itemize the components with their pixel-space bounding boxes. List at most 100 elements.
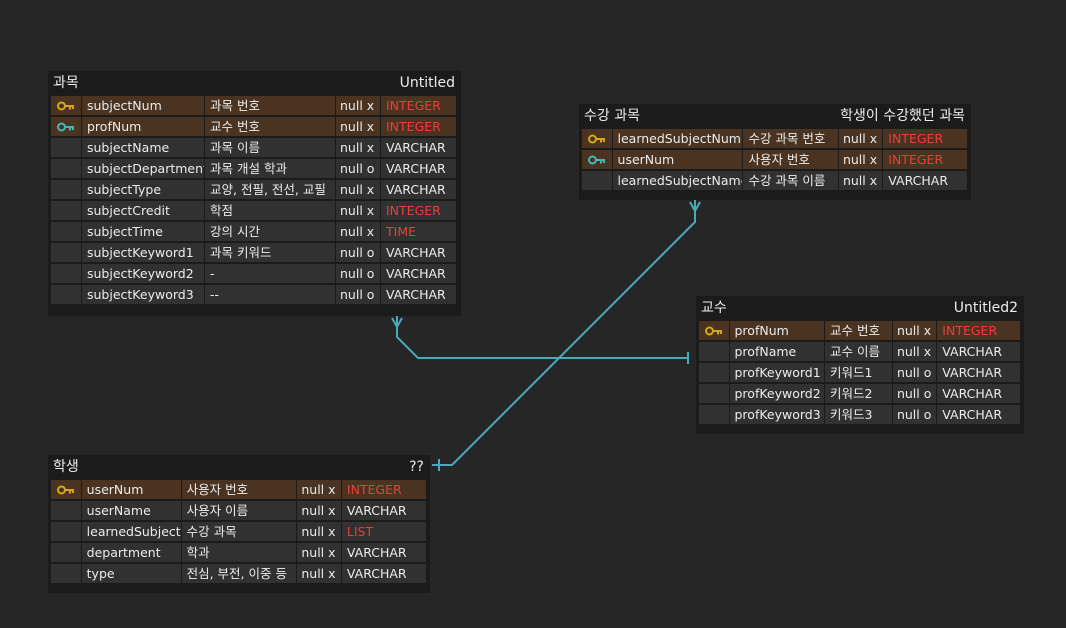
column-type: VARCHAR xyxy=(341,501,426,520)
column-nullable: null o xyxy=(892,384,937,403)
relation-line-learned-student xyxy=(432,200,696,466)
column-nullable: null x xyxy=(838,171,883,190)
table-row[interactable]: profNum 교수 번호 null x INTEGER xyxy=(699,320,1021,341)
key-cell xyxy=(51,543,81,562)
column-type: VARCHAR xyxy=(883,171,967,190)
table-row[interactable]: department 학과 null x VARCHAR xyxy=(51,542,427,563)
column-description: 교수 번호 xyxy=(825,321,892,340)
table-row[interactable]: learnedSubjectNum 수강 과목 번호 null x INTEGER xyxy=(582,128,968,149)
column-type: VARCHAR xyxy=(937,342,1020,361)
table-row[interactable]: type 전심, 부전, 이중 등 null x VARCHAR xyxy=(51,563,427,584)
column-nullable: null x xyxy=(297,501,341,520)
table-row[interactable]: userNum 사용자 번호 null x INTEGER xyxy=(51,479,427,500)
column-name: profNum xyxy=(729,321,824,340)
key-cell xyxy=(51,264,81,283)
foreign-key-icon xyxy=(587,152,606,167)
key-cell xyxy=(51,138,81,157)
column-name: learnedSubjectName xyxy=(612,171,743,190)
column-name: profKeyword1 xyxy=(729,363,824,382)
column-description: 강의 시간 xyxy=(205,222,335,241)
column-description: 과목 키워드 xyxy=(205,243,335,262)
key-cell xyxy=(699,342,729,361)
table-student[interactable]: 학생 ?? userNum 사용자 번호 null x INTEGER userName… xyxy=(48,455,430,593)
column-type: INTEGER xyxy=(883,150,967,169)
column-name: subjectCredit xyxy=(82,201,204,220)
table-row[interactable]: profKeyword3 키워드3 null o VARCHAR xyxy=(699,404,1021,425)
key-cell xyxy=(51,201,81,220)
column-nullable: null x xyxy=(892,342,937,361)
many-marker xyxy=(689,201,701,214)
table-row[interactable]: subjectDepartment 과목 개설 학과 null o VARCHAR xyxy=(51,158,458,179)
table-row[interactable]: learnedSubjectName 수강 과목 이름 null x VARCHAR xyxy=(582,170,968,191)
column-name: profKeyword2 xyxy=(729,384,824,403)
column-type: LIST xyxy=(341,522,426,541)
table-row[interactable]: userName 사용자 이름 null x VARCHAR xyxy=(51,500,427,521)
column-name: profNum xyxy=(82,117,204,136)
table-header[interactable]: 학생 ?? xyxy=(51,455,427,479)
key-cell xyxy=(699,321,729,340)
column-name: subjectKeyword1 xyxy=(82,243,204,262)
key-cell xyxy=(51,180,81,199)
table-header[interactable]: 교수 Untitled2 xyxy=(699,296,1021,320)
table-row[interactable]: subjectType 교양, 전필, 전선, 교필 null x VARCHAR xyxy=(51,179,458,200)
table-row[interactable]: subjectKeyword1 과목 키워드 null o VARCHAR xyxy=(51,242,458,263)
key-cell xyxy=(51,117,81,136)
key-cell xyxy=(51,243,81,262)
table-row[interactable]: subjectNum 과목 번호 null x INTEGER xyxy=(51,95,458,116)
table-row[interactable]: userNum 사용자 번호 null x INTEGER xyxy=(582,149,968,170)
column-type: INTEGER xyxy=(381,96,456,115)
column-nullable: null x xyxy=(838,129,883,148)
column-description: 학과 xyxy=(181,543,297,562)
column-nullable: null x xyxy=(336,222,380,241)
key-cell xyxy=(51,222,81,241)
column-type: INTEGER xyxy=(937,321,1020,340)
column-name: subjectKeyword3 xyxy=(82,285,204,304)
table-learned-subject[interactable]: 수강 과목 학생이 수강했던 과목 learnedSubjectNum 수강 과목… xyxy=(579,104,971,200)
column-nullable: null x xyxy=(336,96,380,115)
table-row[interactable]: subjectKeyword3 -- null o VARCHAR xyxy=(51,284,458,305)
erd-canvas[interactable]: 과목 Untitled subjectNum 과목 번호 null x INTEGER… xyxy=(0,0,1066,628)
table-row[interactable]: learnedSubject 수강 과목 null x LIST xyxy=(51,521,427,542)
column-type: VARCHAR xyxy=(381,264,456,283)
table-row[interactable]: profNum 교수 번호 null x INTEGER xyxy=(51,116,458,137)
column-name: subjectDepartment xyxy=(82,159,204,178)
table-subject[interactable]: 과목 Untitled subjectNum 과목 번호 null x INTEGER… xyxy=(48,71,461,316)
column-name: subjectName xyxy=(82,138,204,157)
table-row[interactable]: profKeyword2 키워드2 null o VARCHAR xyxy=(699,383,1021,404)
column-description: 사용자 이름 xyxy=(181,501,297,520)
table-title: 교수 xyxy=(701,300,727,316)
column-name: userNum xyxy=(81,480,181,499)
column-name: learnedSubject xyxy=(81,522,181,541)
column-nullable: null x xyxy=(336,117,380,136)
table-professor[interactable]: 교수 Untitled2 profNum 교수 번호 null x INTEGER pr… xyxy=(696,296,1024,434)
table-title: 과목 xyxy=(53,75,79,91)
table-row[interactable]: subjectKeyword2- null o VARCHAR xyxy=(51,263,458,284)
column-nullable: null o xyxy=(336,285,380,304)
column-type: INTEGER xyxy=(381,117,456,136)
table-rows: subjectNum 과목 번호 null x INTEGER profNum 교수 번호… xyxy=(51,95,458,305)
column-nullable: null x xyxy=(892,321,937,340)
column-nullable: null x xyxy=(336,138,380,157)
table-row[interactable]: profKeyword1 키워드1 null o VARCHAR xyxy=(699,362,1021,383)
column-type: VARCHAR xyxy=(381,159,456,178)
table-row[interactable]: subjectName 과목 이름 null x VARCHAR xyxy=(51,137,458,158)
column-type: INTEGER xyxy=(381,201,456,220)
table-row[interactable]: subjectCredit 학점 null x INTEGER xyxy=(51,200,458,221)
column-description: 사용자 번호 xyxy=(743,150,838,169)
table-comment: ?? xyxy=(409,459,424,475)
column-type: VARCHAR xyxy=(937,405,1020,424)
key-cell xyxy=(699,405,729,424)
column-type: TIME xyxy=(381,222,456,241)
column-description: 학점 xyxy=(205,201,335,220)
many-marker xyxy=(391,317,403,330)
key-cell xyxy=(51,564,81,583)
key-cell xyxy=(699,363,729,382)
table-header[interactable]: 과목 Untitled xyxy=(51,71,458,95)
table-row[interactable]: profName 교수 이름 null x VARCHAR xyxy=(699,341,1021,362)
table-row[interactable]: subjectTime 강의 시간 null x TIME xyxy=(51,221,458,242)
column-nullable: null o xyxy=(892,405,937,424)
column-name: profName xyxy=(729,342,824,361)
table-header[interactable]: 수강 과목 학생이 수강했던 과목 xyxy=(582,104,968,128)
column-type: VARCHAR xyxy=(381,180,456,199)
column-description: 사용자 번호 xyxy=(181,480,297,499)
